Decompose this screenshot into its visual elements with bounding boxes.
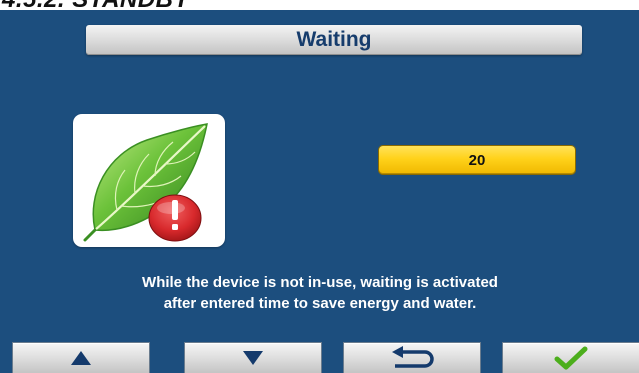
back-button[interactable] [344, 343, 480, 373]
down-button[interactable] [185, 343, 321, 373]
page: 4.5.2. STANDBY Waiting [0, 0, 639, 373]
description-text: While the device is not in-use, waiting … [60, 272, 580, 314]
description-line-1: While the device is not in-use, waiting … [142, 274, 498, 291]
confirm-button[interactable] [503, 343, 639, 373]
checkmark-icon [554, 346, 588, 370]
arrow-up-icon [71, 351, 91, 365]
return-arrow-icon [392, 346, 434, 368]
arrow-down-icon [243, 351, 263, 365]
device-screen: Waiting 20 While the device is not in-us… [0, 10, 639, 373]
leaf-with-warning-icon [83, 123, 208, 242]
page-title: Waiting [86, 25, 582, 55]
standby-time-value: 20 [468, 151, 486, 169]
standby-time-field[interactable]: 20 [379, 146, 575, 174]
description-line-2: after entered time to save energy and wa… [163, 295, 477, 312]
up-button[interactable] [13, 343, 149, 373]
document-heading: 4.5.2. STANDBY [0, 0, 639, 10]
standby-status-tile [73, 114, 225, 247]
page-title-text: Waiting [296, 28, 372, 51]
